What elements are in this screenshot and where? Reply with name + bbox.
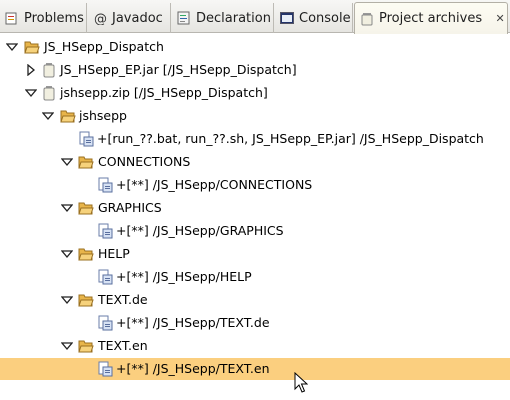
chevron-down-icon[interactable] [61, 156, 73, 168]
tree-label: +[**] /JS_HSepp/TEXT.en [116, 361, 270, 376]
jar-archive-icon [41, 62, 57, 78]
console-icon [280, 11, 294, 25]
open-folder-icon [60, 108, 76, 124]
svg-text:@: @ [94, 12, 107, 25]
tree-label: +[run_??.bat, run_??.sh, JS_HSepp_EP.jar… [97, 131, 484, 146]
chevron-down-icon[interactable] [6, 41, 18, 53]
tree-row-folder-text-en[interactable]: TEXT.en [0, 335, 510, 357]
tab-javadoc[interactable]: @ Javadoc [88, 3, 171, 33]
declaration-icon [177, 11, 191, 25]
chevron-down-icon[interactable] [61, 202, 73, 214]
fileset-icon [97, 223, 113, 239]
tab-label: Console [299, 10, 351, 26]
tree-label: +[**] /JS_HSepp/HELP [116, 269, 252, 284]
fileset-icon [97, 269, 113, 285]
tree-row-fileset[interactable]: +[**] /JS_HSepp/HELP [0, 266, 510, 288]
tree-row-fileset[interactable]: +[run_??.bat, run_??.sh, JS_HSepp_EP.jar… [0, 128, 510, 150]
tree-label: TEXT.de [98, 292, 148, 307]
fileset-icon [97, 177, 113, 193]
tab-problems[interactable]: Problems [0, 3, 87, 33]
open-folder-icon [78, 292, 94, 308]
fileset-icon [97, 361, 113, 377]
close-icon[interactable]: ✕ [493, 12, 507, 25]
tree-row-jar[interactable]: JS_HSepp_EP.jar [/JS_HSepp_Dispatch] [0, 59, 510, 81]
chevron-down-icon[interactable] [61, 340, 73, 352]
tab-label: Project archives [379, 11, 483, 26]
archive-jar-icon [360, 12, 374, 26]
open-folder-icon [78, 200, 94, 216]
tab-label: Problems [24, 10, 84, 26]
tree-label: JS_HSepp_Dispatch [44, 39, 164, 54]
tree-label: GRAPHICS [98, 200, 162, 215]
tab-label: Declaration [196, 10, 271, 26]
open-project-folder-icon [24, 39, 40, 55]
tab-label: Javadoc [112, 10, 163, 26]
at-sign-icon: @ [93, 11, 107, 25]
tree-row-folder-connections[interactable]: CONNECTIONS [0, 151, 510, 173]
tab-project-archives[interactable]: Project archives ✕ [354, 2, 508, 34]
chevron-down-icon[interactable] [61, 248, 73, 260]
tree-label: +[**] /JS_HSepp/CONNECTIONS [116, 177, 313, 192]
chevron-down-icon[interactable] [25, 87, 37, 99]
mouse-pointer-icon [294, 372, 308, 394]
tree-row-folder-graphics[interactable]: GRAPHICS [0, 197, 510, 219]
tree-label: jshsepp [79, 108, 127, 123]
problems-icon [5, 11, 19, 25]
tree-label: CONNECTIONS [98, 154, 191, 169]
chevron-down-icon[interactable] [42, 110, 54, 122]
zip-archive-icon [41, 85, 57, 101]
tab-declaration[interactable]: Declaration [172, 3, 274, 33]
tree-row-zip[interactable]: jshsepp.zip [/JS_HSepp_Dispatch] [0, 82, 510, 104]
tree-row-folder-jshsepp[interactable]: jshsepp [0, 105, 510, 127]
open-folder-icon [78, 154, 94, 170]
tree-label: JS_HSepp_EP.jar [/JS_HSepp_Dispatch] [60, 62, 297, 77]
fileset-icon [97, 315, 113, 331]
tree-row-fileset[interactable]: +[**] /JS_HSepp/TEXT.de [0, 312, 510, 334]
tree-row-fileset-selected[interactable]: +[**] /JS_HSepp/TEXT.en [0, 358, 510, 380]
tree-label: +[**] /JS_HSepp/TEXT.de [116, 315, 270, 330]
tab-console[interactable]: Console [275, 3, 353, 33]
tree-label: jshsepp.zip [/JS_HSepp_Dispatch] [60, 85, 268, 100]
tree-row-fileset[interactable]: +[**] /JS_HSepp/CONNECTIONS [0, 174, 510, 196]
tree-row-project[interactable]: JS_HSepp_Dispatch [0, 36, 510, 58]
chevron-down-icon[interactable] [61, 294, 73, 306]
open-folder-icon [78, 338, 94, 354]
tree-label: HELP [98, 246, 130, 261]
chevron-right-icon[interactable] [25, 64, 37, 76]
tree-row-fileset[interactable]: +[**] /JS_HSepp/GRAPHICS [0, 220, 510, 242]
project-archives-tree: JS_HSepp_Dispatch JS_HSepp_EP.jar [/JS_H… [0, 33, 510, 400]
tree-row-folder-text-de[interactable]: TEXT.de [0, 289, 510, 311]
open-folder-icon [78, 246, 94, 262]
tree-label: +[**] /JS_HSepp/GRAPHICS [116, 223, 284, 238]
view-tab-bar: Problems @ Javadoc Declaration Console P… [0, 0, 510, 34]
tree-label: TEXT.en [98, 338, 148, 353]
tree-row-folder-help[interactable]: HELP [0, 243, 510, 265]
fileset-icon [78, 131, 94, 147]
